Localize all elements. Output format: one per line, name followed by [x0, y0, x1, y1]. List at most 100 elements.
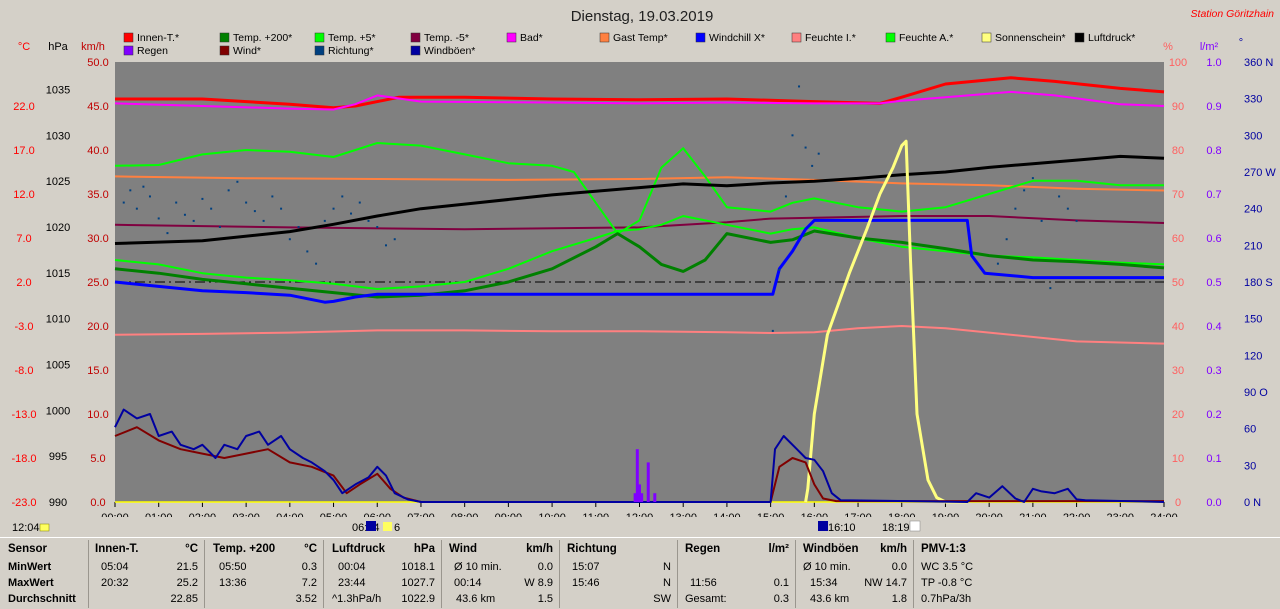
y-tick-label: 25.0 — [87, 277, 108, 289]
legend-swatch — [314, 45, 325, 56]
stats-value: 25.2 — [176, 577, 198, 589]
stats-panel: Sensor MinWert MaxWert Durchschnitt Inne… — [0, 537, 1280, 609]
time-marker-strip — [0, 517, 1280, 537]
stats-value: WC 3.5 °C — [921, 561, 974, 573]
stats-value: 1.8 — [891, 593, 907, 605]
legend-label: Innen-T.* — [137, 32, 179, 44]
direction-point — [358, 201, 361, 204]
y-tick-label: 40 — [1172, 321, 1184, 333]
stats-avg-label: Durchschnitt — [8, 593, 76, 605]
y-tick-label: 180 S — [1244, 277, 1273, 289]
y-tick-label: 1015 — [46, 268, 70, 280]
stats-heading: Wind — [449, 543, 477, 555]
y-tick-label: 90 O — [1244, 387, 1268, 399]
time-marker-label: 16:10 — [828, 522, 856, 534]
stats-unit: km/h — [880, 543, 907, 555]
legend-label: Temp. -5* — [424, 32, 469, 44]
axis-label-rain: l/m² — [1200, 41, 1219, 53]
y-tick-label: 5.0 — [90, 453, 105, 465]
rain-bar — [640, 493, 644, 502]
y-tick-label: 1020 — [46, 222, 70, 234]
stats-time: 15:34 — [810, 577, 838, 589]
direction-point — [175, 201, 178, 204]
legend-label: Regen — [137, 45, 168, 57]
stats-value: 1.5 — [537, 593, 553, 605]
weather-chart: Dienstag, 19.03.2019 Station Göritzhain … — [0, 0, 1280, 537]
legend-label: Bad* — [520, 32, 543, 44]
y-tick-label: 12.0 — [13, 189, 34, 201]
y-tick-label: 35.0 — [87, 189, 108, 201]
y-tick-label: 360 N — [1244, 57, 1273, 69]
direction-point — [1005, 238, 1008, 241]
direction-point — [183, 213, 186, 216]
y-tick-label: 995 — [49, 451, 67, 463]
direction-point — [297, 226, 300, 228]
axis-label-humidity: % — [1163, 41, 1173, 53]
y-tick-label: -18.0 — [11, 453, 36, 465]
legend-label: Wind* — [233, 45, 261, 57]
direction-point — [122, 201, 125, 204]
direction-point — [1066, 207, 1069, 210]
direction-point — [1023, 189, 1026, 192]
stats-regen: Regen l/m² 11:56 0.1 Gesamt: 0.3 — [677, 540, 795, 608]
direction-point — [778, 268, 781, 271]
axis-label-pressure: hPa — [48, 41, 68, 53]
direction-point — [262, 219, 265, 222]
stats-value: 21.5 — [176, 561, 198, 573]
time-marker-label: 12:04 — [12, 522, 40, 534]
legend-swatch — [981, 32, 992, 43]
direction-point — [129, 189, 132, 192]
station-name: Station Göritzhain — [1191, 8, 1275, 20]
stats-time: 15:46 — [572, 577, 600, 589]
direction-point — [201, 197, 204, 200]
y-tick-label: 1035 — [46, 85, 70, 97]
legend-swatch — [314, 32, 325, 43]
direction-point — [384, 244, 387, 247]
stats-label: Ø 10 min. — [454, 561, 502, 573]
direction-point — [376, 226, 379, 228]
y-tick-label: 0 — [1175, 497, 1181, 509]
stats-wind: Wind km/h Ø 10 min. 0.0 00:14 W 8.9 43.6… — [441, 540, 559, 608]
direction-point — [323, 219, 326, 222]
y-tick-label: 1000 — [46, 405, 70, 417]
legend-label: Feuchte I.* — [805, 32, 856, 44]
direction-point — [350, 212, 353, 215]
stats-heading: Regen — [685, 543, 721, 555]
stats-unit: °C — [185, 543, 198, 555]
legend-swatch — [219, 45, 230, 56]
y-tick-label: -23.0 — [11, 497, 36, 509]
direction-point — [288, 238, 291, 241]
legend-label: Windchill X* — [709, 32, 765, 44]
stats-value: 1027.7 — [401, 577, 435, 589]
time-marker-label: 18:19 — [882, 522, 910, 534]
y-tick-label: 210 — [1244, 240, 1262, 252]
direction-point — [315, 262, 318, 265]
direction-point — [157, 217, 160, 220]
legend-swatch — [410, 32, 421, 43]
sun-icon — [383, 522, 392, 531]
stats-value: 0.7hPa/3h — [921, 593, 972, 605]
direction-point — [166, 232, 169, 235]
y-tick-label: 30 — [1172, 365, 1184, 377]
y-tick-label: 0.4 — [1206, 321, 1221, 333]
stats-time: 15:07 — [572, 561, 600, 573]
stats-time: 11:56 — [690, 577, 717, 589]
y-tick-label: 100 — [1169, 57, 1187, 69]
stats-time: 00:14 — [454, 577, 482, 589]
y-tick-label: 300 — [1244, 130, 1262, 142]
sun-icon — [909, 520, 921, 532]
moon-icon — [818, 521, 828, 531]
axis-label-temp: °C — [18, 41, 30, 53]
stats-unit: km/h — [526, 543, 553, 555]
stats-value: 7.2 — [301, 577, 317, 589]
stats-time: 20:32 — [101, 577, 129, 589]
y-tick-label: 150 — [1244, 314, 1262, 326]
chart-markers: 12:04 06:14 6 16:10 18:19 — [0, 517, 1280, 537]
direction-point — [135, 207, 138, 210]
y-tick-label: 0.7 — [1206, 189, 1221, 201]
stats-value: 1018.1 — [401, 561, 435, 573]
axis-label-direction: ° — [1239, 37, 1243, 49]
stats-value: W 8.9 — [524, 577, 553, 589]
stats-time: 00:04 — [338, 561, 366, 573]
y-tick-label: 50 — [1172, 277, 1184, 289]
